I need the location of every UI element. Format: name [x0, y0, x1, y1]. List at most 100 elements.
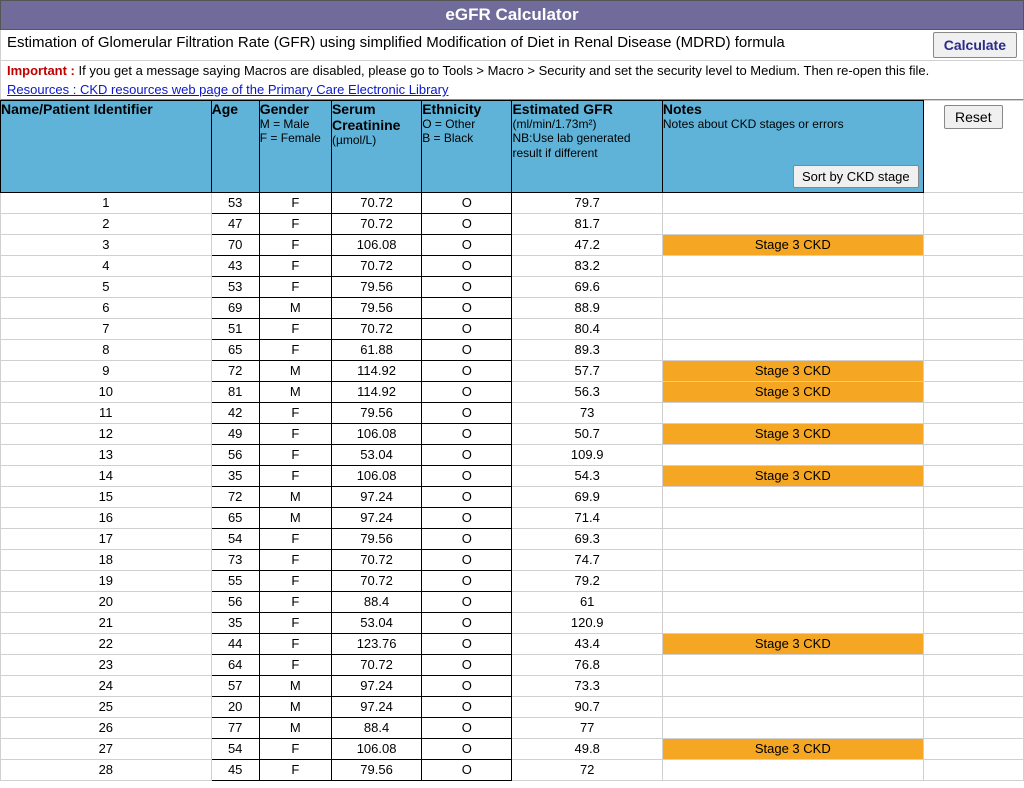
cell-creatinine[interactable]: 97.24: [331, 487, 421, 508]
cell-gender[interactable]: F: [259, 760, 331, 781]
cell-id[interactable]: 16: [1, 508, 212, 529]
cell-id[interactable]: 24: [1, 676, 212, 697]
cell-gender[interactable]: F: [259, 739, 331, 760]
cell-gender[interactable]: F: [259, 424, 331, 445]
sort-by-ckd-stage-button[interactable]: Sort by CKD stage: [793, 165, 919, 188]
cell-notes[interactable]: [662, 760, 923, 781]
cell-gender[interactable]: F: [259, 403, 331, 424]
cell-gfr[interactable]: 69.3: [512, 529, 662, 550]
cell-gfr[interactable]: 74.7: [512, 550, 662, 571]
cell-ethnicity[interactable]: O: [422, 214, 512, 235]
cell-notes[interactable]: Stage 3 CKD: [662, 466, 923, 487]
cell-id[interactable]: 18: [1, 550, 212, 571]
cell-notes[interactable]: [662, 277, 923, 298]
cell-notes[interactable]: [662, 403, 923, 424]
cell-gender[interactable]: M: [259, 508, 331, 529]
cell-creatinine[interactable]: 106.08: [331, 235, 421, 256]
cell-gfr[interactable]: 89.3: [512, 340, 662, 361]
cell-gfr[interactable]: 73: [512, 403, 662, 424]
cell-ethnicity[interactable]: O: [422, 382, 512, 403]
cell-age[interactable]: 43: [211, 256, 259, 277]
cell-gender[interactable]: F: [259, 319, 331, 340]
cell-gender[interactable]: F: [259, 550, 331, 571]
cell-gfr[interactable]: 80.4: [512, 319, 662, 340]
cell-ethnicity[interactable]: O: [422, 487, 512, 508]
cell-age[interactable]: 72: [211, 487, 259, 508]
cell-id[interactable]: 3: [1, 235, 212, 256]
cell-gender[interactable]: F: [259, 235, 331, 256]
cell-ethnicity[interactable]: O: [422, 277, 512, 298]
cell-ethnicity[interactable]: O: [422, 340, 512, 361]
cell-creatinine[interactable]: 79.56: [331, 298, 421, 319]
cell-id[interactable]: 15: [1, 487, 212, 508]
cell-creatinine[interactable]: 53.04: [331, 445, 421, 466]
cell-gfr[interactable]: 120.9: [512, 613, 662, 634]
cell-notes[interactable]: [662, 697, 923, 718]
cell-notes[interactable]: Stage 3 CKD: [662, 382, 923, 403]
cell-ethnicity[interactable]: O: [422, 445, 512, 466]
cell-ethnicity[interactable]: O: [422, 592, 512, 613]
cell-age[interactable]: 65: [211, 508, 259, 529]
cell-id[interactable]: 22: [1, 634, 212, 655]
cell-ethnicity[interactable]: O: [422, 508, 512, 529]
cell-id[interactable]: 5: [1, 277, 212, 298]
cell-gender[interactable]: M: [259, 487, 331, 508]
cell-age[interactable]: 72: [211, 361, 259, 382]
cell-creatinine[interactable]: 97.24: [331, 676, 421, 697]
cell-age[interactable]: 44: [211, 634, 259, 655]
cell-gender[interactable]: F: [259, 445, 331, 466]
cell-ethnicity[interactable]: O: [422, 256, 512, 277]
cell-creatinine[interactable]: 88.4: [331, 718, 421, 739]
cell-gfr[interactable]: 61: [512, 592, 662, 613]
cell-creatinine[interactable]: 70.72: [331, 655, 421, 676]
cell-notes[interactable]: [662, 214, 923, 235]
cell-age[interactable]: 70: [211, 235, 259, 256]
cell-age[interactable]: 53: [211, 193, 259, 214]
cell-id[interactable]: 28: [1, 760, 212, 781]
cell-id[interactable]: 2: [1, 214, 212, 235]
cell-gender[interactable]: M: [259, 718, 331, 739]
cell-gender[interactable]: F: [259, 634, 331, 655]
cell-gfr[interactable]: 43.4: [512, 634, 662, 655]
cell-notes[interactable]: Stage 3 CKD: [662, 634, 923, 655]
cell-notes[interactable]: [662, 256, 923, 277]
cell-age[interactable]: 73: [211, 550, 259, 571]
cell-creatinine[interactable]: 88.4: [331, 592, 421, 613]
cell-ethnicity[interactable]: O: [422, 613, 512, 634]
cell-id[interactable]: 10: [1, 382, 212, 403]
cell-gfr[interactable]: 57.7: [512, 361, 662, 382]
cell-creatinine[interactable]: 79.56: [331, 760, 421, 781]
cell-creatinine[interactable]: 114.92: [331, 361, 421, 382]
cell-gender[interactable]: M: [259, 361, 331, 382]
cell-gender[interactable]: M: [259, 676, 331, 697]
cell-notes[interactable]: [662, 550, 923, 571]
cell-age[interactable]: 57: [211, 676, 259, 697]
cell-gfr[interactable]: 83.2: [512, 256, 662, 277]
cell-gender[interactable]: F: [259, 613, 331, 634]
cell-age[interactable]: 55: [211, 571, 259, 592]
cell-age[interactable]: 35: [211, 613, 259, 634]
cell-age[interactable]: 47: [211, 214, 259, 235]
cell-gender[interactable]: F: [259, 571, 331, 592]
cell-creatinine[interactable]: 53.04: [331, 613, 421, 634]
cell-notes[interactable]: Stage 3 CKD: [662, 361, 923, 382]
cell-gender[interactable]: M: [259, 697, 331, 718]
cell-notes[interactable]: [662, 340, 923, 361]
cell-ethnicity[interactable]: O: [422, 655, 512, 676]
cell-gfr[interactable]: 88.9: [512, 298, 662, 319]
cell-gfr[interactable]: 54.3: [512, 466, 662, 487]
cell-creatinine[interactable]: 70.72: [331, 571, 421, 592]
cell-gfr[interactable]: 71.4: [512, 508, 662, 529]
cell-age[interactable]: 69: [211, 298, 259, 319]
cell-ethnicity[interactable]: O: [422, 193, 512, 214]
cell-notes[interactable]: [662, 613, 923, 634]
cell-ethnicity[interactable]: O: [422, 235, 512, 256]
cell-creatinine[interactable]: 70.72: [331, 319, 421, 340]
cell-age[interactable]: 35: [211, 466, 259, 487]
cell-gfr[interactable]: 90.7: [512, 697, 662, 718]
cell-creatinine[interactable]: 106.08: [331, 739, 421, 760]
cell-id[interactable]: 13: [1, 445, 212, 466]
cell-creatinine[interactable]: 79.56: [331, 529, 421, 550]
cell-creatinine[interactable]: 79.56: [331, 403, 421, 424]
cell-gfr[interactable]: 79.2: [512, 571, 662, 592]
